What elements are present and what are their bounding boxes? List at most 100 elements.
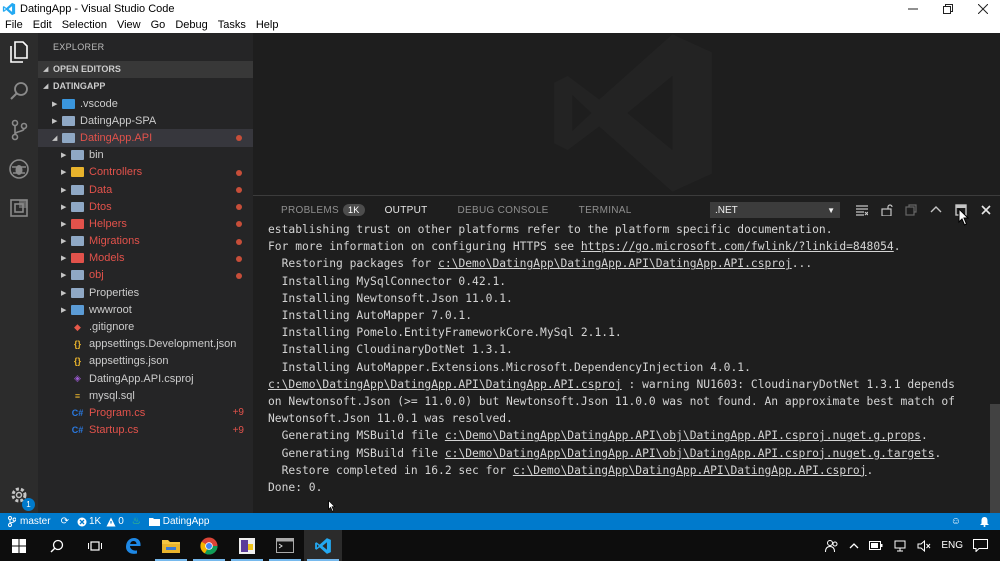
tree-folder[interactable]: ▶ Models [38, 250, 253, 267]
output-line: Done: 0. [268, 479, 983, 496]
settings-gear-icon[interactable]: 1 [7, 483, 35, 511]
battery-icon[interactable] [869, 541, 883, 550]
file-explorer-icon[interactable] [152, 530, 190, 561]
tree-file[interactable]: C# Program.cs +9 [38, 404, 253, 421]
folder-icon [71, 184, 84, 195]
tree-folder[interactable]: ▶ Controllers [38, 164, 253, 181]
tree-file[interactable]: {} appsettings.json [38, 353, 253, 370]
problems-indicator[interactable]: 1K 0 [77, 516, 124, 527]
tree-folder[interactable]: ▶ DatingApp-SPA [38, 112, 253, 129]
menu-file[interactable]: File [0, 19, 28, 31]
extensions-icon[interactable] [7, 196, 31, 220]
search-icon[interactable] [7, 79, 31, 103]
clear-output-icon[interactable] [855, 203, 869, 217]
tree-item-label: DatingApp-SPA [80, 114, 157, 127]
tree-file[interactable]: ◈ DatingApp.API.csproj [38, 370, 253, 387]
feedback-smiley-icon[interactable]: ☺ [951, 516, 961, 527]
folder-indicator[interactable]: DatingApp [148, 516, 209, 527]
tree-folder[interactable]: ▶ Dtos [38, 198, 253, 215]
caret-icon: ▶ [61, 169, 67, 177]
menu-help[interactable]: Help [251, 19, 284, 31]
source-control-icon[interactable] [7, 118, 31, 142]
output-link[interactable]: c:\Demo\DatingApp\DatingApp.API\obj\Dati… [445, 429, 921, 442]
open-editors-header[interactable]: ◢ OPEN EDITORS [38, 61, 253, 78]
close-window-button[interactable] [965, 0, 1000, 17]
open-log-icon[interactable] [904, 203, 918, 217]
edge-browser-icon[interactable] [114, 530, 152, 561]
task-view-icon[interactable] [76, 530, 114, 561]
output-link[interactable]: c:\Demo\DatingApp\DatingApp.API\DatingAp… [268, 378, 622, 391]
menu-go[interactable]: Go [146, 19, 171, 31]
tree-folder[interactable]: ▶ Properties [38, 284, 253, 301]
output-scrollbar[interactable] [990, 224, 1000, 534]
network-icon[interactable] [893, 540, 907, 552]
system-tray: ENG [820, 530, 1000, 561]
database-file-icon: ≡ [74, 390, 81, 401]
caret-icon: ▶ [61, 203, 67, 211]
notifications-bell-icon[interactable] [979, 516, 990, 527]
show-hidden-icons-chevron-icon[interactable] [849, 542, 859, 550]
menu-view[interactable]: View [112, 19, 146, 31]
tree-item-label: appsettings.Development.json [89, 338, 237, 351]
terminal-app-icon[interactable] [266, 530, 304, 561]
tab-problems[interactable]: PROBLEMS 1K [281, 204, 365, 216]
tab-terminal[interactable]: TERMINAL [579, 205, 632, 216]
output-link[interactable]: https://go.microsoft.com/fwlink/?linkid=… [581, 240, 894, 253]
vscode-window: DatingApp - Visual Studio Code File Edit… [0, 0, 1000, 561]
debug-icon[interactable] [7, 157, 31, 181]
editor-area[interactable] [253, 33, 1000, 195]
tree-item-label: DatingApp.API [80, 131, 153, 144]
taskbar-search-icon[interactable] [38, 530, 76, 561]
explorer-icon[interactable] [7, 40, 31, 64]
caret-icon: ▶ [61, 306, 67, 314]
chevron-up-icon[interactable] [929, 203, 943, 217]
menu-selection[interactable]: Selection [57, 19, 112, 31]
branch-indicator[interactable]: master [8, 516, 51, 527]
people-icon[interactable] [825, 539, 839, 553]
output-line: Installing Newtonsoft.Json 11.0.1. [268, 290, 983, 307]
tab-debug-console[interactable]: DEBUG CONSOLE [458, 205, 549, 216]
tree-folder[interactable]: ▶ wwwroot [38, 301, 253, 318]
lock-scroll-icon[interactable] [880, 203, 894, 217]
tree-file[interactable]: ≡ mysql.sql [38, 387, 253, 404]
chrome-browser-icon[interactable] [190, 530, 228, 561]
tree-folder[interactable]: ▶ Migrations [38, 233, 253, 250]
tree-folder[interactable]: ▶ .vscode [38, 95, 253, 112]
tree-folder[interactable]: ◢ DatingApp.API [38, 129, 253, 147]
minimize-button[interactable] [895, 0, 930, 17]
output-text: . [920, 429, 928, 443]
tree-folder[interactable]: ▶ Helpers [38, 215, 253, 232]
output-link[interactable]: c:\Demo\DatingApp\DatingApp.API\obj\Dati… [445, 447, 935, 460]
caret-icon: ▶ [61, 238, 67, 246]
output-text: Newtonsoft.Json 11.0.1 was resolved. [268, 412, 513, 426]
tree-folder[interactable]: ▶ Data [38, 181, 253, 198]
menu-tasks[interactable]: Tasks [213, 19, 251, 31]
project-header[interactable]: ◢ DATINGAPP [38, 78, 253, 95]
tree-folder[interactable]: ▶ bin [38, 147, 253, 164]
tree-file[interactable]: ◆ .gitignore [38, 318, 253, 335]
restore-button[interactable] [930, 0, 965, 17]
flame-icon[interactable]: ♨ [132, 516, 141, 527]
csharp-file-icon: C# [71, 407, 84, 418]
close-panel-icon[interactable] [979, 203, 993, 217]
tree-item-label: appsettings.json [89, 355, 169, 368]
language-indicator[interactable]: ENG [941, 540, 963, 551]
menu-debug[interactable]: Debug [170, 19, 212, 31]
vscode-app-icon[interactable] [304, 530, 342, 561]
tree-file[interactable]: {} appsettings.Development.json [38, 336, 253, 353]
volume-muted-icon[interactable] [917, 539, 931, 552]
action-center-icon[interactable] [973, 539, 988, 552]
tree-item-label: obj [89, 269, 104, 282]
output-link[interactable]: c:\Demo\DatingApp\DatingApp.API\DatingAp… [438, 257, 792, 270]
menu-edit[interactable]: Edit [28, 19, 57, 31]
windows-start-icon[interactable] [0, 530, 38, 561]
tree-folder[interactable]: ▶ obj [38, 267, 253, 284]
tree-item-label: mysql.sql [89, 389, 135, 402]
output-log[interactable]: establishing trust on other platforms re… [268, 221, 983, 496]
visual-studio-app-icon[interactable] [228, 530, 266, 561]
sync-icon[interactable]: ⟳ [61, 516, 69, 527]
tab-output[interactable]: OUTPUT [385, 205, 428, 216]
output-link[interactable]: c:\Demo\DatingApp\DatingApp.API\DatingAp… [513, 464, 867, 477]
tree-file[interactable]: C# Startup.cs +9 [38, 422, 253, 439]
output-channel-select[interactable]: .NET ▼ [710, 202, 840, 218]
